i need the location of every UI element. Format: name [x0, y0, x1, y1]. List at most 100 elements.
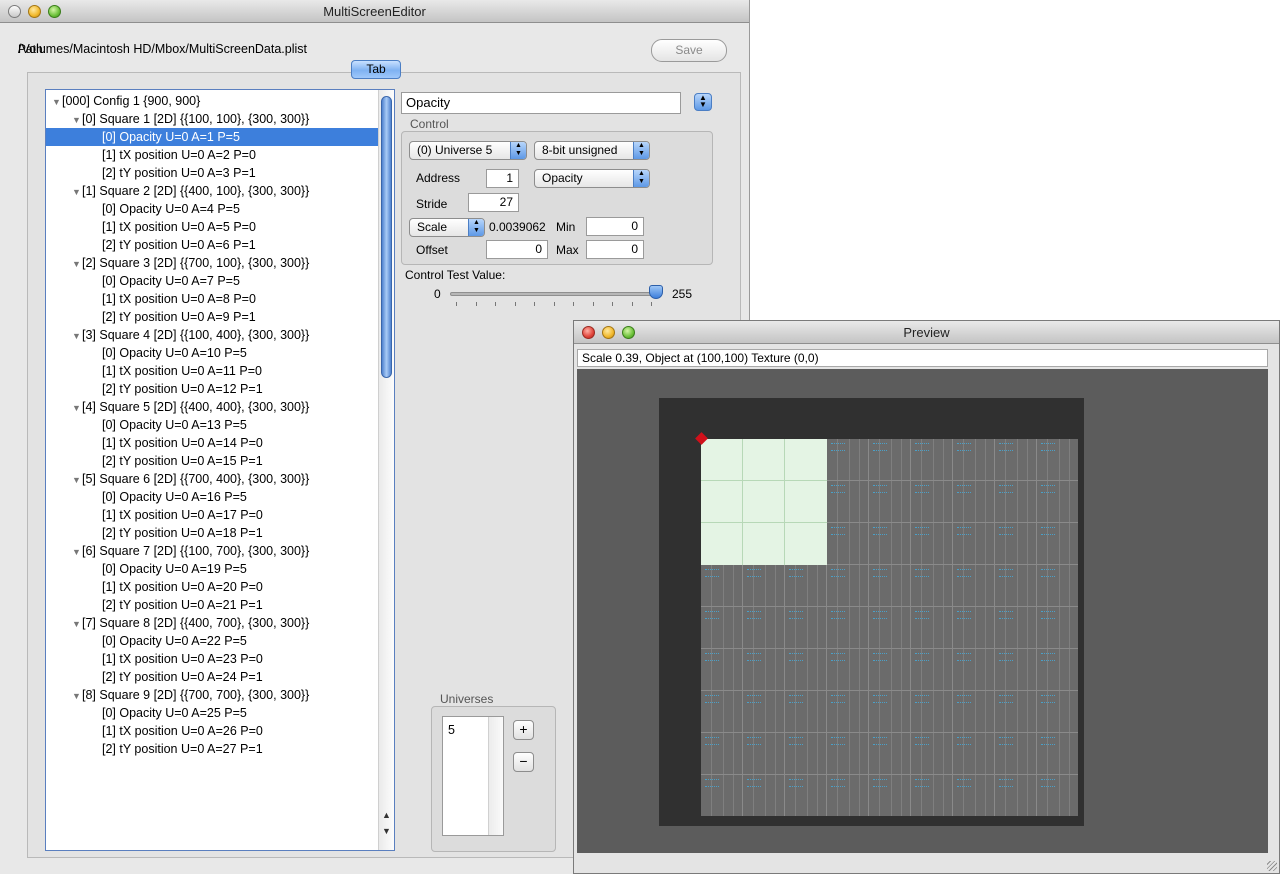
scale-popup[interactable]: Scale ▲ ▼	[409, 218, 485, 237]
outline-row[interactable]: [2] tY position U=0 A=18 P=1	[46, 524, 378, 542]
grid-line	[817, 775, 818, 816]
preview-canvas[interactable]	[577, 369, 1268, 853]
stride-field[interactable]: 27	[468, 193, 519, 212]
outline-row[interactable]: [2] tY position U=0 A=12 P=1	[46, 380, 378, 398]
format-popup[interactable]: 8-bit unsigned ▲ ▼	[534, 141, 650, 160]
disclosure-triangle-icon[interactable]: ▼	[72, 399, 82, 416]
scroll-down-arrow-icon[interactable]: ▼	[379, 826, 394, 840]
outline-row[interactable]: [1] tX position U=0 A=23 P=0	[46, 650, 378, 668]
universes-list[interactable]: 5	[442, 716, 504, 836]
outline-row[interactable]: ▼[3] Square 4 [2D] {{100, 400}, {300, 30…	[46, 326, 378, 344]
grid-line	[1005, 439, 1006, 480]
disclosure-triangle-icon[interactable]: ▼	[72, 543, 82, 560]
grid-line	[1069, 481, 1070, 522]
add-universe-button[interactable]: +	[513, 720, 534, 740]
grid-line	[901, 649, 902, 690]
outline-row[interactable]: ▼[5] Square 6 [2D] {{700, 400}, {300, 30…	[46, 470, 378, 488]
outline-row[interactable]: ▼[0] Square 1 [2D] {{100, 100}, {300, 30…	[46, 110, 378, 128]
outline-row[interactable]: [0] Opacity U=0 A=4 P=5	[46, 200, 378, 218]
outline-row[interactable]: ▼[000] Config 1 {900, 900}	[46, 92, 378, 110]
scroll-thumb[interactable]	[381, 96, 392, 378]
outline-row[interactable]: ▼[1] Square 2 [2D] {{400, 100}, {300, 30…	[46, 182, 378, 200]
outline-row[interactable]: ▼[7] Square 8 [2D] {{400, 700}, {300, 30…	[46, 614, 378, 632]
outline-row[interactable]: [2] tY position U=0 A=24 P=1	[46, 668, 378, 686]
preview-titlebar[interactable]: Preview	[574, 321, 1279, 344]
outline-row[interactable]: [0] Opacity U=0 A=10 P=5	[46, 344, 378, 362]
disclosure-triangle-icon[interactable]: ▼	[72, 687, 82, 704]
disclosure-triangle-icon[interactable]: ▼	[72, 327, 82, 344]
tab-button[interactable]: Tab	[351, 60, 401, 79]
grid-line	[1047, 775, 1048, 816]
disclosure-triangle-icon[interactable]: ▼	[72, 183, 82, 200]
outline-row[interactable]: [1] tX position U=0 A=11 P=0	[46, 362, 378, 380]
grid-tile	[701, 565, 743, 607]
max-field[interactable]: 0	[586, 240, 644, 259]
grid-line	[879, 523, 880, 564]
outline-row[interactable]: [2] tY position U=0 A=21 P=1	[46, 596, 378, 614]
outline-row[interactable]: [2] tY position U=0 A=15 P=1	[46, 452, 378, 470]
grid-line	[975, 733, 976, 774]
grid-line	[1005, 691, 1006, 732]
outline-row[interactable]: ▼[4] Square 5 [2D] {{400, 400}, {300, 30…	[46, 398, 378, 416]
parameter-popup[interactable]: Opacity ▲ ▼	[534, 169, 650, 188]
outline-scrollbar[interactable]: ▲ ▼	[378, 90, 394, 850]
outline-row[interactable]: [2] tY position U=0 A=3 P=1	[46, 164, 378, 182]
outline-row[interactable]: [2] tY position U=0 A=6 P=1	[46, 236, 378, 254]
min-field[interactable]: 0	[586, 217, 644, 236]
outline-row[interactable]: [1] tX position U=0 A=14 P=0	[46, 434, 378, 452]
grid-line	[817, 733, 818, 774]
grid-line	[975, 775, 976, 816]
outline-row[interactable]: [0] Opacity U=0 A=13 P=5	[46, 416, 378, 434]
resize-grip-icon[interactable]	[1267, 861, 1277, 871]
disclosure-triangle-icon[interactable]: ▼	[72, 255, 82, 272]
disclosure-triangle-icon[interactable]: ▼	[72, 471, 82, 488]
grid-line	[795, 565, 796, 606]
outline-row[interactable]: [2] tY position U=0 A=9 P=1	[46, 308, 378, 326]
scale-value[interactable]: 0.0039062	[489, 220, 546, 234]
outline-row-label: [2] tY position U=0 A=15 P=1	[102, 454, 263, 468]
grid-line	[849, 775, 850, 816]
control-test-slider[interactable]	[450, 292, 655, 296]
save-button[interactable]: Save	[651, 39, 727, 62]
disclosure-triangle-icon[interactable]: ▼	[52, 93, 62, 110]
remove-universe-button[interactable]: −	[513, 752, 534, 772]
grid-line	[1005, 565, 1006, 606]
universes-scrollbar[interactable]	[488, 717, 503, 835]
grid-line	[901, 481, 902, 522]
preview-window: Preview Scale 0.39, Object at (100,100) …	[573, 320, 1280, 874]
disclosure-triangle-icon[interactable]: ▼	[72, 111, 82, 128]
main-titlebar[interactable]: MultiScreenEditor	[0, 0, 749, 23]
outline-row[interactable]: [0] Opacity U=0 A=19 P=5	[46, 560, 378, 578]
outline-row[interactable]: [0] Opacity U=0 A=22 P=5	[46, 632, 378, 650]
outline-row[interactable]: [1] tX position U=0 A=26 P=0	[46, 722, 378, 740]
outline-row[interactable]: ▼[6] Square 7 [2D] {{100, 700}, {300, 30…	[46, 542, 378, 560]
outline-row[interactable]: [1] tX position U=0 A=20 P=0	[46, 578, 378, 596]
grid-line	[933, 607, 934, 648]
offset-field[interactable]: 0	[486, 240, 548, 259]
max-label: Max	[556, 243, 579, 257]
outline-row[interactable]: [2] tY position U=0 A=27 P=1	[46, 740, 378, 758]
universe-item[interactable]: 5	[448, 723, 455, 737]
config-outline[interactable]: ▼[000] Config 1 {900, 900} ▼[0] Square 1 …	[45, 89, 395, 851]
property-name-field[interactable]: Opacity	[401, 92, 681, 114]
outline-row[interactable]: [0] Opacity U=0 A=16 P=5	[46, 488, 378, 506]
universe-popup[interactable]: (0) Universe 5 ▲ ▼	[409, 141, 527, 160]
outline-row[interactable]: [1] tX position U=0 A=8 P=0	[46, 290, 378, 308]
outline-row[interactable]: [1] tX position U=0 A=17 P=0	[46, 506, 378, 524]
grid-line	[963, 607, 964, 648]
property-popup-arrow-icon[interactable]: ▲ ▼	[694, 93, 712, 111]
disclosure-triangle-icon[interactable]: ▼	[72, 615, 82, 632]
outline-row[interactable]: [0] Opacity U=0 A=7 P=5	[46, 272, 378, 290]
address-field[interactable]: 1	[486, 169, 519, 188]
grid-tile	[701, 775, 743, 816]
slider-knob[interactable]	[649, 285, 663, 299]
grid-line	[733, 649, 734, 690]
outline-row[interactable]: ▼[8] Square 9 [2D] {{700, 700}, {300, 30…	[46, 686, 378, 704]
outline-row[interactable]: [0] Opacity U=0 A=25 P=5	[46, 704, 378, 722]
outline-row[interactable]: [0] Opacity U=0 A=1 P=5	[46, 128, 378, 146]
outline-row[interactable]: ▼[2] Square 3 [2D] {{700, 100}, {300, 30…	[46, 254, 378, 272]
outline-row[interactable]: [1] tX position U=0 A=2 P=0	[46, 146, 378, 164]
scroll-up-arrow-icon[interactable]: ▲	[379, 810, 394, 824]
outline-row[interactable]: [1] tX position U=0 A=5 P=0	[46, 218, 378, 236]
grid-tile	[911, 649, 953, 691]
